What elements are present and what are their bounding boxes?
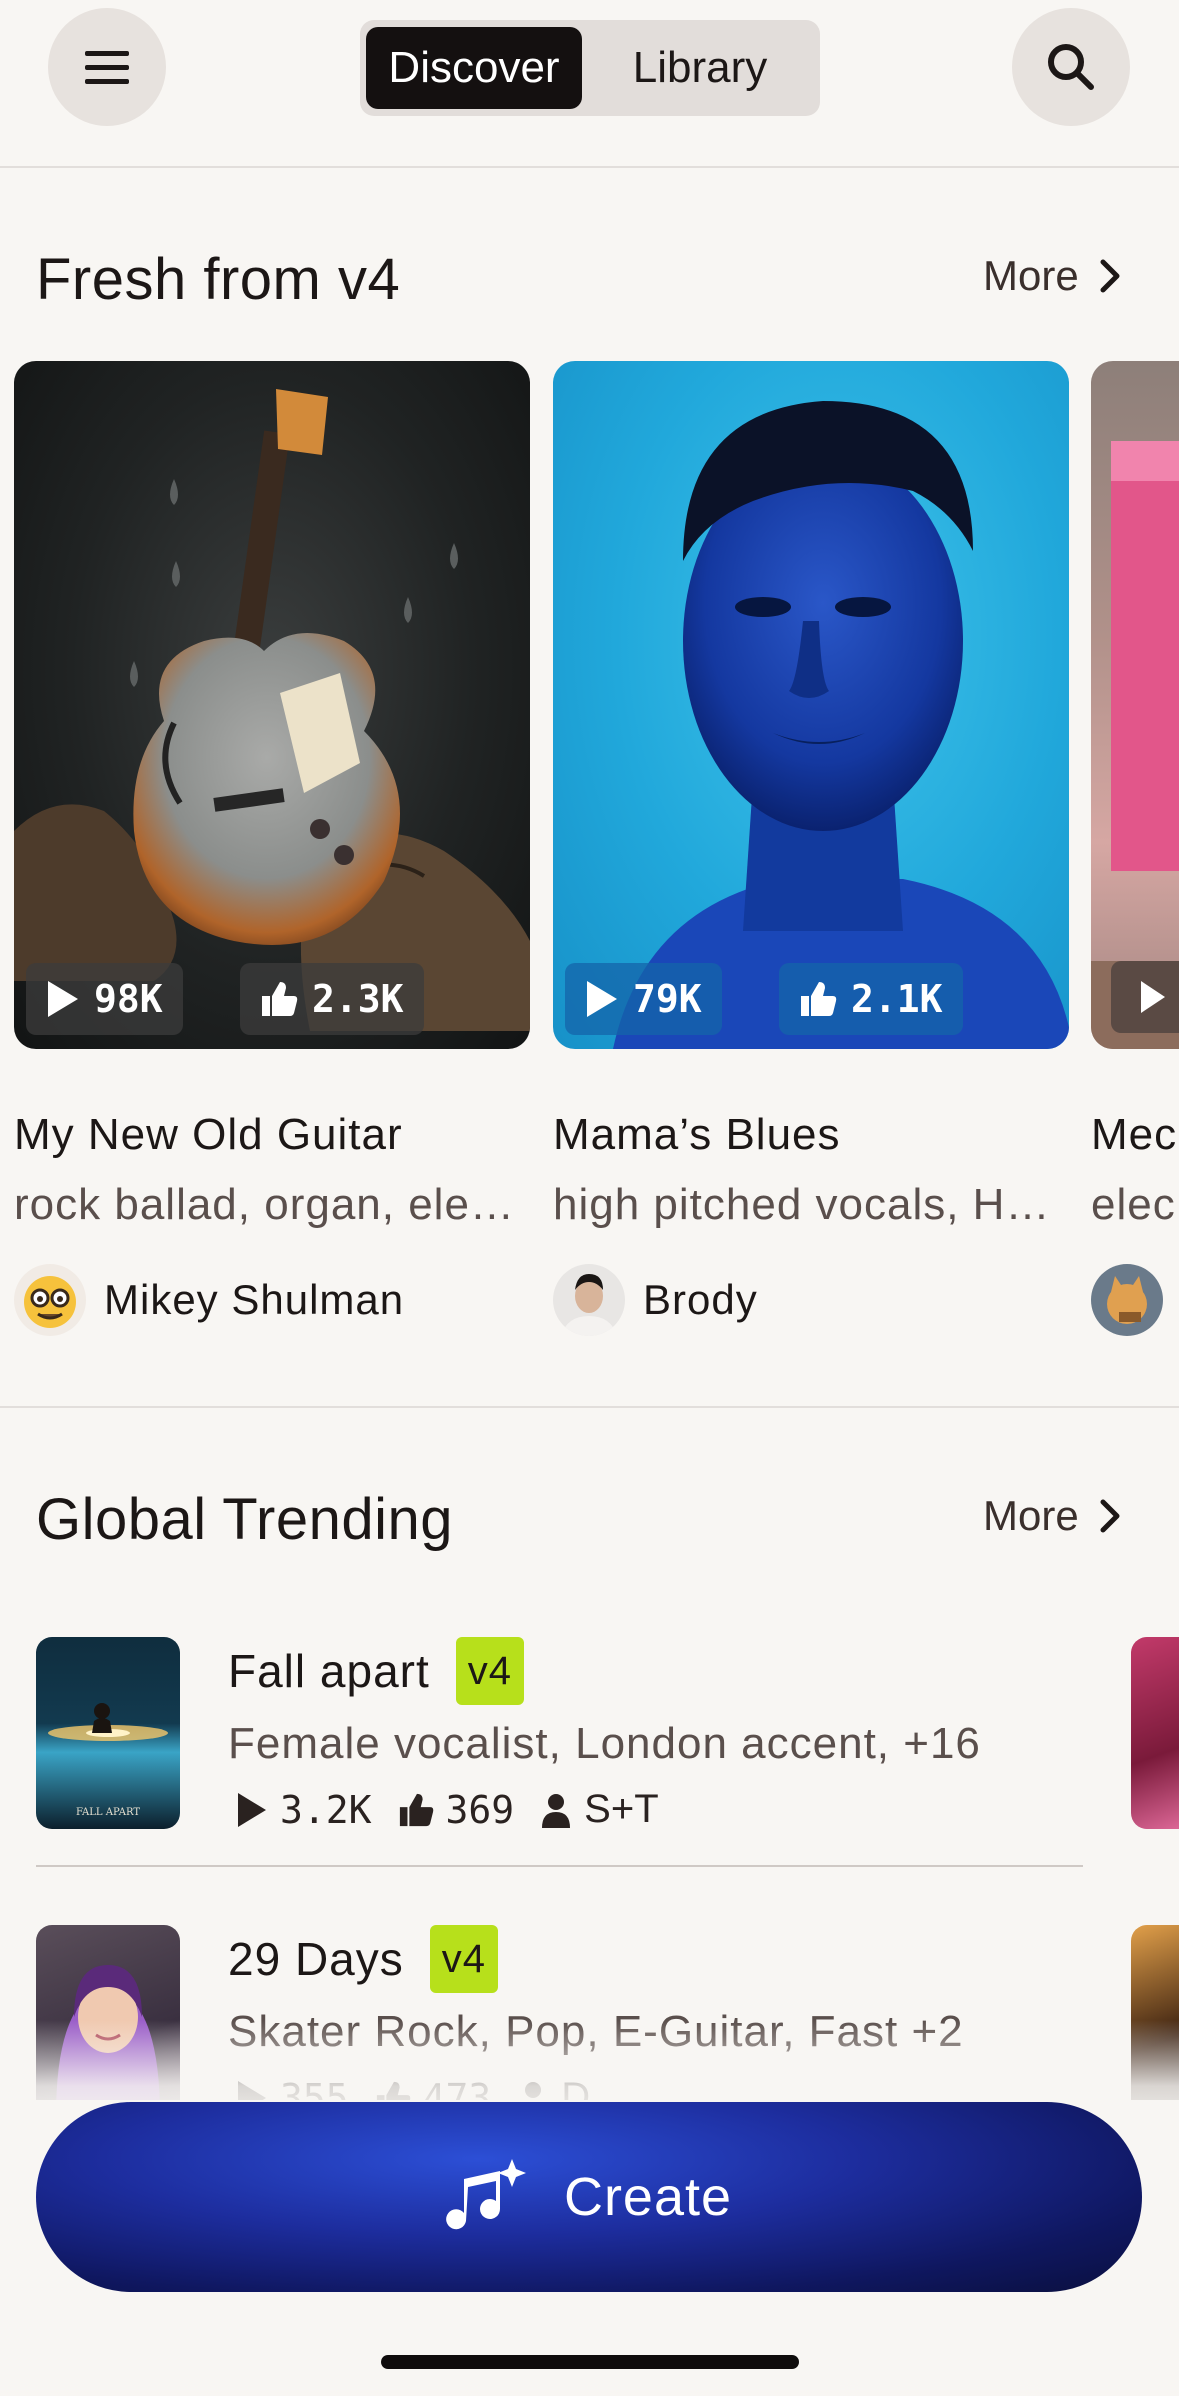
track-stats: 3.2K 369 S+T <box>236 1787 659 1832</box>
song-tags: rock ballad, organ, ele… <box>14 1180 515 1229</box>
likes-count: 369 <box>445 1787 515 1832</box>
song-card-cover[interactable]: 79K 2.1K <box>553 361 1069 1049</box>
song-title[interactable]: Mec <box>1091 1110 1179 1160</box>
version-badge: v4 <box>455 1637 524 1705</box>
section-title-fresh: Fresh from v4 <box>36 247 401 312</box>
tab-discover[interactable]: Discover <box>366 27 582 109</box>
avatar <box>14 1264 86 1336</box>
play-icon <box>48 981 78 1017</box>
photo-avatar <box>553 1264 625 1336</box>
search-icon <box>1048 44 1094 90</box>
more-fresh-button[interactable]: More <box>983 252 1121 300</box>
likes-count: 2.1K <box>851 977 943 1021</box>
top-bar: Discover Library <box>0 0 1179 168</box>
toy-artwork <box>1091 441 1179 1049</box>
song-card-cover[interactable] <box>1091 361 1179 1049</box>
thumbnail-caption: FALL APART <box>76 1807 140 1818</box>
create-label: Create <box>563 2167 733 2227</box>
version-badge: v4 <box>429 1925 498 1993</box>
home-indicator[interactable] <box>381 2355 799 2369</box>
chevron-right-icon <box>1100 259 1120 293</box>
author-link[interactable]: S <box>1091 1264 1179 1336</box>
avatar <box>553 1264 625 1336</box>
menu-button[interactable] <box>48 8 166 126</box>
track-author[interactable]: S+T <box>584 1787 658 1832</box>
fall-apart-artwork: FALL APART <box>48 1703 168 1818</box>
next-column-thumbnail[interactable] <box>1131 1637 1179 1829</box>
create-button[interactable]: Create <box>36 2102 1142 2292</box>
row-divider <box>36 1865 1083 1867</box>
guitar-artwork <box>14 389 530 1031</box>
play-icon <box>587 981 617 1017</box>
plays-count: 79K <box>633 977 702 1021</box>
more-label: More <box>983 252 1079 299</box>
plays-count: 98K <box>94 977 163 1021</box>
plays-count: 3.2K <box>280 1787 372 1832</box>
chevron-right-icon <box>1100 1499 1120 1533</box>
more-trending-button[interactable]: More <box>983 1492 1121 1540</box>
more-label: More <box>983 1492 1079 1539</box>
plays-stat: 79K <box>565 963 722 1035</box>
cat-avatar <box>1091 1264 1163 1336</box>
song-title[interactable]: My New Old Guitar <box>14 1110 530 1160</box>
author-name: Brody <box>643 1276 758 1323</box>
view-switcher: Discover Library <box>360 20 820 116</box>
track-thumbnail: FALL APART <box>36 1637 180 1829</box>
thumbs-up-icon <box>262 982 298 1016</box>
list-item[interactable]: FALL APART Fall apart v4 Female vocalist… <box>36 1637 1083 1867</box>
music-sparkle-icon <box>446 2159 526 2230</box>
track-title[interactable]: 29 Days <box>228 1932 404 1986</box>
plays-stat: 98K <box>26 963 183 1035</box>
track-tags: Female vocalist, London accent, +16 <box>228 1719 981 1768</box>
search-button[interactable] <box>1012 8 1130 126</box>
author-link[interactable]: Mikey Shulman <box>14 1264 404 1336</box>
author-link[interactable]: Brody <box>553 1264 758 1336</box>
likes-stat: 2.1K <box>779 963 963 1035</box>
track-title-row: 29 Days v4 <box>228 1925 498 1993</box>
likes-stat: 2.3K <box>240 963 424 1035</box>
likes-count: 2.3K <box>312 977 404 1021</box>
song-title[interactable]: Mama’s Blues <box>553 1110 1069 1160</box>
section-divider <box>0 1406 1179 1408</box>
song-tags: elec <box>1091 1180 1176 1229</box>
song-card-cover[interactable]: 98K 2.3K <box>14 361 530 1049</box>
section-title-trending: Global Trending <box>36 1487 453 1552</box>
thumbs-up-icon <box>801 982 837 1016</box>
hamburger-icon <box>85 51 129 84</box>
avatar <box>1091 1264 1163 1336</box>
author-name: Mikey Shulman <box>104 1276 405 1323</box>
user-icon <box>542 1793 571 1828</box>
emoji-avatar-icon <box>14 1264 86 1336</box>
song-tags: high pitched vocals, H… <box>553 1180 1051 1229</box>
track-title-row: Fall apart v4 <box>228 1637 524 1705</box>
portrait-artwork <box>613 401 1069 1049</box>
tab-library[interactable]: Library <box>586 27 814 109</box>
track-title[interactable]: Fall apart <box>228 1644 430 1698</box>
thumbs-up-icon <box>399 1793 433 1826</box>
play-icon <box>238 1792 266 1827</box>
